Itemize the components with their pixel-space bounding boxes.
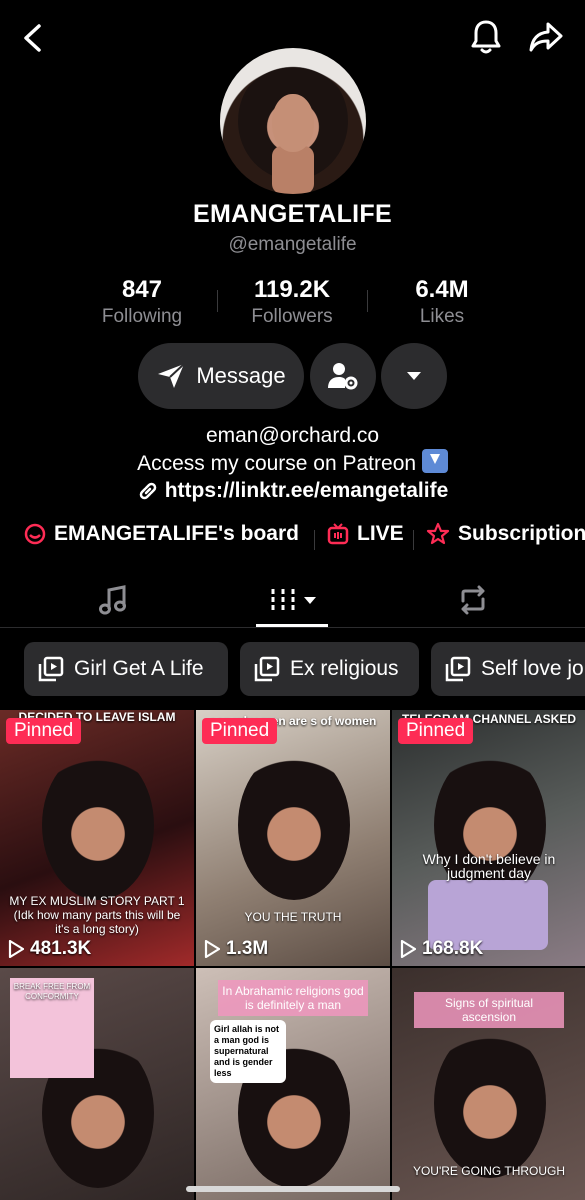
caret-down-icon xyxy=(303,597,316,604)
stat-followers[interactable]: 119.2K Followers xyxy=(217,276,367,328)
video-caption: MY EX MUSLIM STORY PART 1 (Idk how many … xyxy=(9,894,185,936)
following-count: 847 xyxy=(121,276,163,303)
message-button-label: Message xyxy=(196,363,286,388)
video-thumbnail-person xyxy=(238,750,350,900)
view-count: 168.8K xyxy=(400,938,483,960)
repost-icon xyxy=(461,585,484,615)
video-tile[interactable]: In Abrahamic religions god is definitely… xyxy=(196,968,390,1200)
down-arrow-emoji-icon xyxy=(421,449,448,473)
video-caption: YOU'RE GOING THROUGH xyxy=(412,1164,566,1178)
caret-down-icon xyxy=(407,372,421,380)
display-name: EMANGETALIFE xyxy=(193,200,392,228)
board-link-label: EMANGETALIFE's board xyxy=(54,522,299,545)
live-link[interactable]: LIVE xyxy=(327,522,404,546)
followers-count: 119.2K xyxy=(253,276,331,303)
share-button[interactable] xyxy=(526,18,566,56)
subscription-icon xyxy=(426,522,450,545)
stat-following[interactable]: 847 Following xyxy=(67,276,217,328)
music-note-icon xyxy=(98,585,126,615)
profile-avatar[interactable] xyxy=(220,48,366,194)
grid-bars-icon xyxy=(271,589,294,611)
play-icon xyxy=(400,940,416,958)
following-label: Following xyxy=(101,306,183,327)
playlist-chip[interactable]: Ex religious xyxy=(240,642,419,696)
view-count-value: 168.8K xyxy=(422,938,484,959)
live-link-label: LIVE xyxy=(357,522,404,545)
video-tile[interactable]: DECIDED TO LEAVE ISLAM MY EX MUSLIM STOR… xyxy=(0,710,194,966)
bio-email: eman@orchard.co xyxy=(205,424,380,447)
subscription-link-label: Subscription xyxy=(458,522,585,545)
add-friend-settings-button[interactable] xyxy=(310,343,376,409)
back-button[interactable] xyxy=(14,20,50,56)
playlist-icon xyxy=(445,656,471,682)
board-link[interactable]: EMANGETALIFE's board xyxy=(24,522,299,546)
video-caption: Signs of spiritual ascension xyxy=(414,992,564,1028)
profile-stats: 847 Following 119.2K Followers 6.4M Like… xyxy=(0,276,585,332)
playlist-label: Girl Get A Life xyxy=(74,657,204,680)
video-tile[interactable]: BREAK FREE FROM CONFORMITY xyxy=(0,968,194,1200)
video-grid: DECIDED TO LEAVE ISLAM MY EX MUSLIM STOR… xyxy=(0,710,585,1200)
followers-label: Followers xyxy=(251,306,333,327)
bio-link[interactable]: https://linktr.ee/emangetalife xyxy=(0,477,585,504)
bio-course-line: Access my course on Patreon xyxy=(0,449,585,477)
playlist-chip[interactable]: Girl Get A Life xyxy=(24,642,228,696)
play-icon xyxy=(8,940,24,958)
avatar-face xyxy=(272,94,314,152)
video-caption: In Abrahamic religions god is definitely… xyxy=(218,980,368,1016)
profile-bio: eman@orchard.co Access my course on Patr… xyxy=(0,422,585,504)
playlist-icon xyxy=(38,656,64,682)
video-tile[interactable]: TELEGRAM CHANNEL ASKED Why I don't belie… xyxy=(392,710,585,966)
bio-link-text: https://linktr.ee/emangetalife xyxy=(164,479,449,502)
profile-links-row: EMANGETALIFE's board LIVE Subscription xyxy=(0,518,585,556)
pinned-badge: Pinned xyxy=(398,718,474,744)
likes-count: 6.4M xyxy=(415,276,469,303)
bio-course-text: Access my course on Patreon xyxy=(137,452,417,475)
content-tabs xyxy=(0,574,585,628)
tab-music[interactable] xyxy=(15,574,210,626)
comment-card: Girl allah is not a man god is supernatu… xyxy=(210,1020,286,1083)
send-icon xyxy=(158,363,186,388)
playlist-chips: Girl Get A Life Ex religious Self love j… xyxy=(0,642,585,698)
pinned-badge: Pinned xyxy=(202,718,278,744)
notifications-button[interactable] xyxy=(468,18,504,56)
avatar-neck xyxy=(272,146,314,194)
video-thumbnail-person xyxy=(42,750,154,900)
active-tab-indicator xyxy=(256,624,328,627)
more-options-button[interactable] xyxy=(381,343,447,409)
playlist-label: Ex religious xyxy=(290,657,399,680)
view-count: 481.3K xyxy=(8,938,91,960)
play-icon xyxy=(204,940,220,958)
view-count-value: 1.3M xyxy=(226,938,269,959)
message-button[interactable]: Message xyxy=(138,343,304,409)
video-tile[interactable]: Signs of spiritual ascension YOU'RE GOIN… xyxy=(392,968,585,1200)
home-indicator xyxy=(186,1186,400,1192)
board-icon xyxy=(24,523,46,545)
likes-label: Likes xyxy=(419,306,465,327)
username-handle: @emangetalife xyxy=(228,234,357,255)
share-arrow-icon xyxy=(529,22,563,52)
bell-icon xyxy=(471,20,501,54)
video-tile[interactable]: son why men are s of women YOU THE TRUTH… xyxy=(196,710,390,966)
live-icon xyxy=(327,523,349,545)
links-separator xyxy=(314,530,315,550)
person-gear-icon xyxy=(328,363,358,390)
video-thumbnail-person xyxy=(434,1028,546,1178)
tab-reposts[interactable] xyxy=(375,574,570,626)
view-count-value: 481.3K xyxy=(30,938,92,959)
link-icon xyxy=(139,482,156,499)
playlist-label: Self love jo xyxy=(481,657,584,680)
tab-videos[interactable] xyxy=(195,574,390,626)
playlist-chip[interactable]: Self love jo xyxy=(431,642,585,696)
subscription-link[interactable]: Subscription xyxy=(426,522,585,546)
links-separator xyxy=(413,530,414,550)
pinned-badge: Pinned xyxy=(6,718,82,744)
video-caption: YOU THE TRUTH xyxy=(244,910,342,924)
profile-actions: Message xyxy=(0,343,585,409)
playlist-icon xyxy=(254,656,280,682)
video-caption: Why I don't believe in judgment day xyxy=(422,851,556,881)
video-caption: BREAK FREE FROM CONFORMITY xyxy=(13,982,91,1001)
stat-likes[interactable]: 6.4M Likes xyxy=(367,276,517,328)
chevron-left-icon xyxy=(24,24,41,52)
view-count: 1.3M xyxy=(204,938,268,960)
